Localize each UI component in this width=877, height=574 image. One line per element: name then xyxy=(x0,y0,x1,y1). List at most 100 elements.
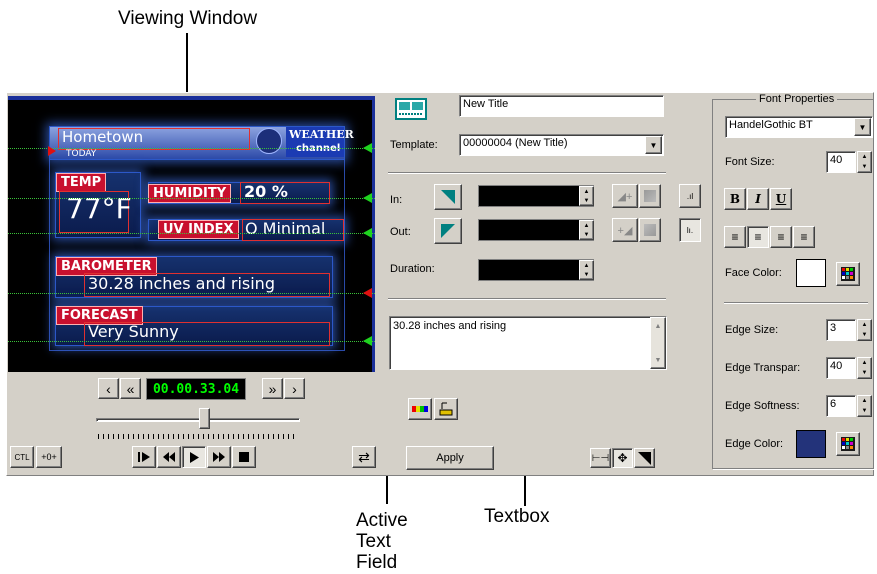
in-options-button[interactable]: .ıl xyxy=(679,184,701,208)
in-fade-button[interactable] xyxy=(639,184,661,208)
out-options-button[interactable]: lı. xyxy=(679,218,701,242)
in-move-button[interactable]: ◢+ xyxy=(612,184,638,208)
color-grid-icon xyxy=(841,437,855,451)
align-left-button[interactable]: ≡ xyxy=(724,226,746,248)
textbox[interactable]: 30.28 inches and rising ▲ ▼ xyxy=(389,316,667,370)
font-family-select[interactable]: HandelGothic BT xyxy=(725,116,873,138)
timecode-display[interactable]: 00.00.33.04 xyxy=(146,378,246,400)
font-size-input[interactable]: 40 xyxy=(826,151,856,173)
spin-up-icon: ▲ xyxy=(861,322,868,328)
offset-button[interactable]: +0+ xyxy=(36,446,62,468)
preview-top-border xyxy=(8,96,375,100)
line-marker-5-icon[interactable] xyxy=(363,336,372,346)
color-bar-button[interactable] xyxy=(408,398,432,420)
play-from-start-icon xyxy=(138,452,150,462)
textbox-content: 30.28 inches and rising xyxy=(393,320,507,332)
edge-size-input[interactable]: 3 xyxy=(826,319,856,341)
fit-all-button[interactable]: ✥ xyxy=(612,448,633,468)
play-button[interactable] xyxy=(182,446,206,468)
play-from-start-button[interactable] xyxy=(132,446,156,468)
edge-softness-spinner[interactable]: ▲ ▼ xyxy=(857,395,872,417)
face-color-swatch[interactable] xyxy=(796,259,826,287)
step-forward-button[interactable]: › xyxy=(284,378,305,399)
active-line-marker-icon[interactable] xyxy=(363,288,372,298)
font-size-spinner[interactable]: ▲ ▼ xyxy=(857,151,872,173)
apply-button[interactable]: Apply xyxy=(406,446,494,470)
viewing-window[interactable]: Hometown TODAY WEATHER channel TEMP 77°F… xyxy=(8,96,375,372)
step-back-button[interactable]: ‹ xyxy=(98,378,119,399)
in-transition-button[interactable] xyxy=(434,184,462,210)
in-spinner[interactable]: ▲ ▼ xyxy=(579,186,594,206)
bold-button[interactable]: B xyxy=(724,188,746,210)
slider-thumb[interactable] xyxy=(199,408,210,429)
justify-button[interactable]: ≡ xyxy=(793,226,815,248)
move-in-icon: ◢+ xyxy=(617,190,633,203)
fast-forward-button[interactable] xyxy=(207,446,231,468)
in-label: In: xyxy=(390,194,403,206)
barometer-value: 30.28 inches and rising xyxy=(88,274,275,293)
rewind-fast-button[interactable]: « xyxy=(120,378,141,399)
temp-value: 77°F xyxy=(66,192,132,225)
out-duration-field[interactable] xyxy=(478,219,594,241)
in-duration-field[interactable] xyxy=(478,185,594,207)
fit-width-button[interactable]: ⊢⊣ xyxy=(590,448,611,468)
out-spinner[interactable]: ▲ ▼ xyxy=(579,220,594,240)
edge-softness-input[interactable]: 6 xyxy=(826,395,856,417)
guide-line-2 xyxy=(8,198,375,199)
out-transition-button[interactable] xyxy=(434,218,462,244)
italic-button[interactable]: I xyxy=(747,188,769,210)
loop-icon: ⇄ xyxy=(358,448,370,465)
template-dropdown-button[interactable]: ▼ xyxy=(645,136,662,154)
align-text-button[interactable] xyxy=(434,398,458,420)
rewind-button[interactable] xyxy=(157,446,181,468)
line-marker-3-icon[interactable] xyxy=(363,228,372,238)
duration-field[interactable] xyxy=(478,259,594,281)
stop-button[interactable] xyxy=(232,446,256,468)
rewind-icon xyxy=(163,452,175,462)
spin-up-icon: ▲ xyxy=(861,154,868,160)
edge-transpar-input[interactable]: 40 xyxy=(826,357,856,379)
diagonal-icon xyxy=(638,451,651,465)
diagonal-button[interactable] xyxy=(634,448,655,468)
humidity-label: HUMIDITY xyxy=(148,184,232,203)
spin-down-icon: ▼ xyxy=(861,408,868,414)
out-fade-button[interactable] xyxy=(639,218,661,242)
line-marker-2-icon[interactable] xyxy=(363,193,372,203)
textbox-scrollbar[interactable]: ▲ ▼ xyxy=(650,317,666,369)
edge-color-picker-button[interactable] xyxy=(836,432,860,456)
loop-button[interactable]: ⇄ xyxy=(352,446,376,468)
ctl-button[interactable]: CTL xyxy=(10,446,34,468)
template-select[interactable]: 00000004 (New Title) xyxy=(459,134,664,156)
out-label: Out: xyxy=(390,226,411,238)
guide-line-3 xyxy=(8,233,375,234)
scroll-up-icon[interactable]: ▲ xyxy=(651,318,665,334)
line-marker-1-icon[interactable] xyxy=(363,143,372,153)
scroll-down-icon[interactable]: ▼ xyxy=(651,352,665,368)
time-slider[interactable] xyxy=(96,408,300,429)
edge-size-spinner[interactable]: ▲ ▼ xyxy=(857,319,872,341)
face-color-picker-button[interactable] xyxy=(836,262,860,286)
edge-color-swatch[interactable] xyxy=(796,430,826,458)
font-family-dropdown-button[interactable]: ▼ xyxy=(854,118,871,136)
spin-down-icon: ▼ xyxy=(861,332,868,338)
align-right-button[interactable]: ≡ xyxy=(770,226,792,248)
edge-softness-label: Edge Softness: xyxy=(725,400,800,412)
font-properties-title: Font Properties xyxy=(756,93,838,105)
duration-label: Duration: xyxy=(390,263,435,275)
spin-up-icon: ▲ xyxy=(583,262,590,269)
underline-button[interactable]: U xyxy=(770,188,792,210)
title-name-input[interactable]: New Title xyxy=(459,95,664,117)
color-bar-icon xyxy=(412,406,428,412)
spin-down-icon: ▼ xyxy=(583,197,590,204)
align-center-button[interactable]: ≡ xyxy=(747,226,769,248)
screenshot-root: Viewing Window Active Text Field Textbox… xyxy=(0,0,877,574)
forward-fast-button[interactable]: » xyxy=(262,378,283,399)
separator-1 xyxy=(388,172,666,174)
out-move-button[interactable]: +◢ xyxy=(612,218,638,242)
move-all-icon: ✥ xyxy=(617,451,628,465)
chevron-down-icon: ▼ xyxy=(649,140,658,150)
duration-spinner[interactable]: ▲ ▼ xyxy=(579,260,594,280)
align-left-icon: ≡ xyxy=(731,230,739,244)
play-icon xyxy=(190,451,199,463)
edge-transpar-spinner[interactable]: ▲ ▼ xyxy=(857,357,872,379)
